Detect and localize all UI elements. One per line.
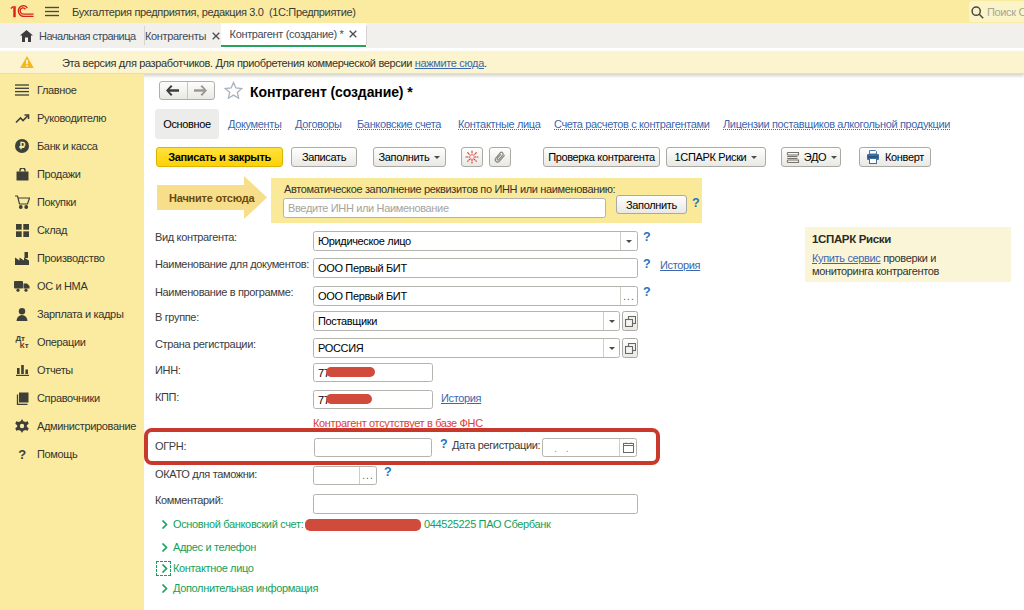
svg-text:₽: ₽ [19,140,25,151]
